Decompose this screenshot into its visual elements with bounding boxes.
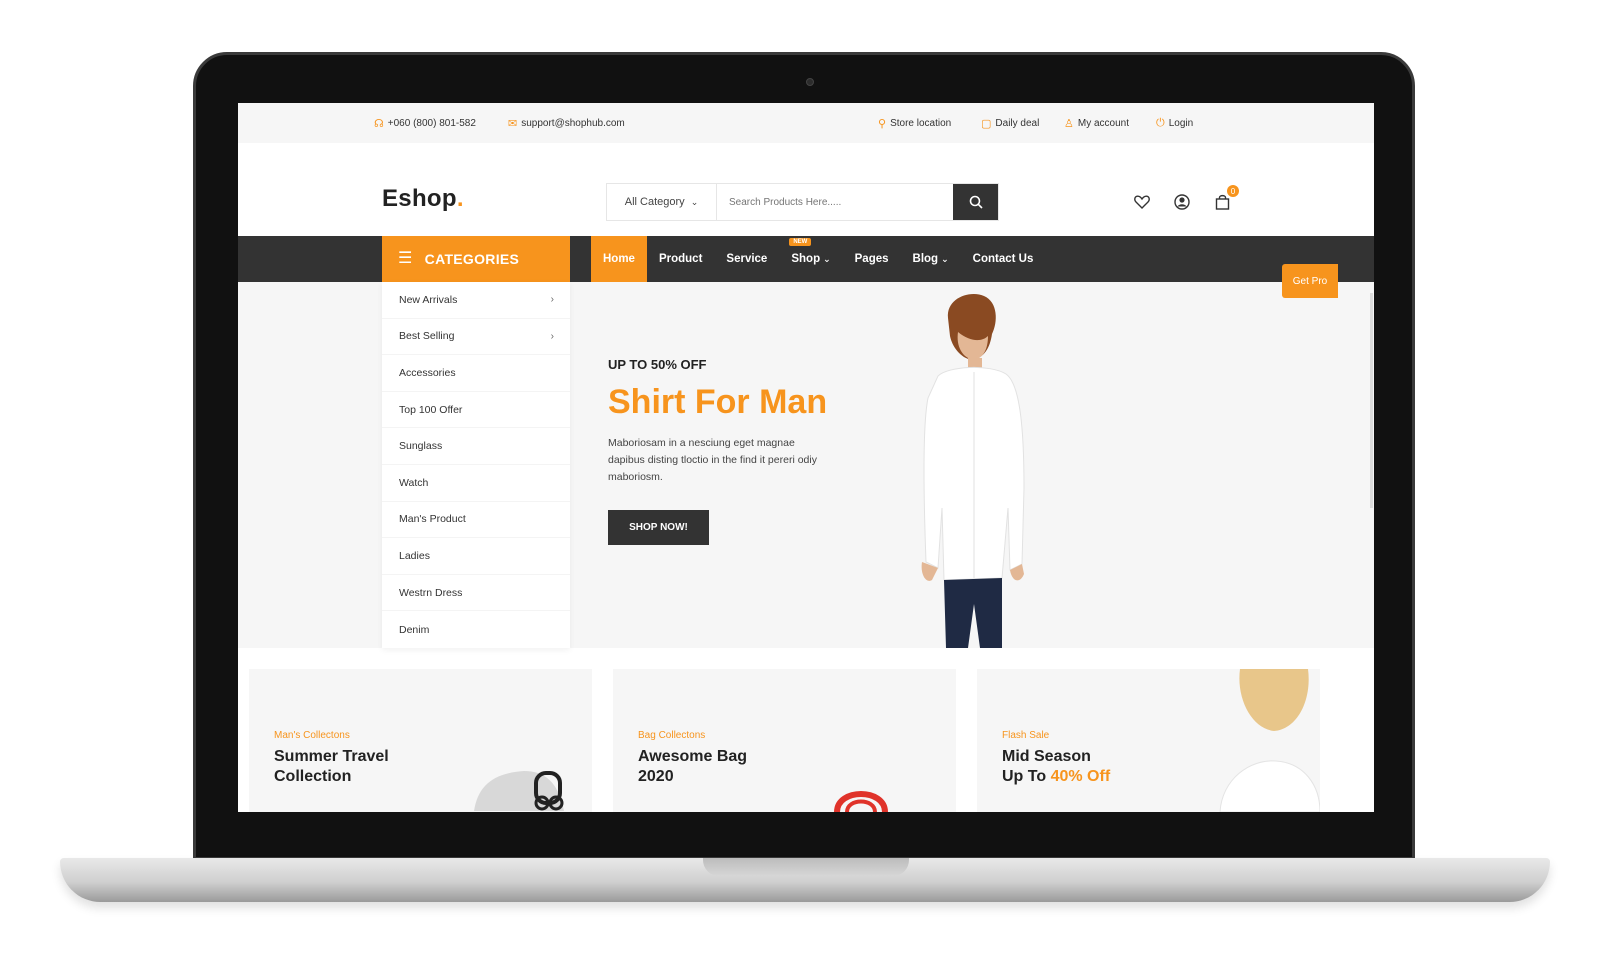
cart-count-badge: 0 bbox=[1227, 185, 1239, 197]
cart-button[interactable]: 0 bbox=[1213, 185, 1239, 211]
screen: ☊ +060 (800) 801-582 ✉ support@shophub.c… bbox=[238, 103, 1374, 812]
chevron-down-icon: ⌄ bbox=[941, 253, 949, 264]
mail-icon: ✉ bbox=[508, 118, 518, 130]
shop-now-button[interactable]: SHOP NOW! bbox=[608, 510, 709, 545]
category-item[interactable]: New Arrivals › bbox=[382, 282, 570, 319]
banner-product-image bbox=[474, 771, 564, 811]
hero-subtitle: UP TO 50% OFF bbox=[608, 357, 707, 372]
chevron-down-icon: ⌄ bbox=[823, 253, 831, 264]
nav-shop[interactable]: NEW Shop ⌄ bbox=[779, 236, 842, 282]
category-item[interactable]: Denim bbox=[382, 611, 570, 648]
hero-description: Maboriosam in a nesciung eget magnae dap… bbox=[608, 437, 817, 483]
login-label: Login bbox=[1168, 118, 1194, 129]
category-item[interactable]: Man's Product bbox=[382, 502, 570, 539]
banner-tag: Bag Collectons bbox=[638, 730, 706, 741]
new-badge: NEW bbox=[789, 238, 812, 246]
chevron-down-icon: ⌄ bbox=[690, 196, 699, 207]
category-item[interactable]: Top 100 Offer bbox=[382, 392, 570, 429]
main-navbar: ☰ CATEGORIES Home Product Service NEW Sh… bbox=[238, 236, 1374, 282]
banner-title: Awesome Bag 2020 bbox=[638, 748, 748, 785]
my-account-link[interactable]: ♙ My account bbox=[1064, 117, 1129, 130]
banner-title: Summer Travel Collection bbox=[274, 748, 389, 785]
categories-label: CATEGORIES bbox=[424, 251, 520, 267]
promo-banner-flash-sale[interactable]: Flash Sale Mid Season Up To 40% Off bbox=[977, 669, 1320, 812]
categories-button[interactable]: ☰ CATEGORIES bbox=[382, 236, 570, 282]
banner-product-image bbox=[834, 791, 888, 812]
wishlist-button[interactable] bbox=[1133, 193, 1151, 211]
phone-text: +060 (800) 801-582 bbox=[387, 118, 476, 129]
shopping-bag-icon bbox=[1215, 194, 1229, 210]
top-bar: ☊ +060 (800) 801-582 ✉ support@shophub.c… bbox=[238, 103, 1374, 143]
banner-tag: Man's Collectons bbox=[274, 730, 350, 741]
hero-model-image bbox=[921, 294, 1025, 648]
heart-icon bbox=[1134, 195, 1150, 209]
login-link[interactable]: ⏻ Login bbox=[1156, 117, 1193, 130]
category-select[interactable]: All Category ⌄ bbox=[607, 184, 717, 220]
category-item[interactable]: Watch bbox=[382, 465, 570, 502]
category-select-value: All Category bbox=[624, 196, 685, 208]
search-icon bbox=[969, 195, 983, 209]
search-input[interactable] bbox=[717, 184, 953, 220]
nav-links: Home Product Service NEW Shop ⌄ Pages Bl… bbox=[591, 236, 1045, 282]
search-bar: All Category ⌄ bbox=[606, 183, 999, 221]
promo-banner-bag[interactable]: Bag Collectons Awesome Bag 2020 bbox=[613, 669, 956, 812]
chevron-right-icon: › bbox=[550, 294, 554, 306]
hero-title: Shirt For Man bbox=[608, 383, 828, 421]
my-account-label: My account bbox=[1077, 118, 1130, 129]
location-pin-icon: ⚲ bbox=[878, 118, 887, 130]
store-location-link[interactable]: ⚲ Store location bbox=[878, 117, 951, 130]
account-button[interactable] bbox=[1173, 193, 1191, 211]
category-item[interactable]: Accessories bbox=[382, 355, 570, 392]
headset-icon: ☊ bbox=[374, 118, 384, 130]
nav-product[interactable]: Product bbox=[647, 236, 714, 282]
laptop-notch bbox=[703, 858, 909, 876]
search-button[interactable] bbox=[953, 184, 998, 220]
email-contact[interactable]: ✉ support@shophub.com bbox=[508, 117, 625, 130]
nav-blog[interactable]: Blog ⌄ bbox=[901, 236, 961, 282]
scrollbar[interactable] bbox=[1370, 293, 1373, 508]
header-icons: 0 bbox=[1133, 185, 1239, 211]
menu-icon: ☰ bbox=[398, 250, 413, 267]
camera-icon bbox=[806, 78, 814, 86]
banner-product-image bbox=[1219, 669, 1320, 812]
brand-logo[interactable]: Eshop. bbox=[382, 185, 464, 213]
calendar-icon: ▢ bbox=[981, 118, 992, 130]
daily-deal-label: Daily deal bbox=[995, 118, 1040, 129]
phone-contact[interactable]: ☊ +060 (800) 801-582 bbox=[374, 117, 476, 130]
banner-title: Mid Season Up To 40% Off bbox=[1002, 748, 1111, 785]
get-pro-button[interactable]: Get Pro bbox=[1282, 264, 1338, 298]
daily-deal-link[interactable]: ▢ Daily deal bbox=[981, 117, 1039, 130]
nav-service[interactable]: Service bbox=[714, 236, 779, 282]
nav-pages[interactable]: Pages bbox=[843, 236, 901, 282]
email-text: support@shophub.com bbox=[521, 118, 625, 129]
nav-home[interactable]: Home bbox=[591, 236, 647, 282]
user-circle-icon bbox=[1174, 194, 1190, 210]
category-item[interactable]: Westrn Dress bbox=[382, 575, 570, 612]
user-icon: ♙ bbox=[1064, 118, 1074, 130]
category-item[interactable]: Ladies bbox=[382, 538, 570, 575]
category-list: New Arrivals › Best Selling › Accessories … bbox=[382, 282, 570, 648]
nav-contact[interactable]: Contact Us bbox=[961, 236, 1046, 282]
category-item[interactable]: Best Selling › bbox=[382, 319, 570, 356]
store-location-label: Store location bbox=[890, 118, 952, 129]
banner-tag: Flash Sale bbox=[1002, 730, 1050, 741]
chevron-right-icon: › bbox=[550, 330, 554, 342]
promo-banner-summer[interactable]: Man's Collectons Summer Travel Collectio… bbox=[249, 669, 592, 812]
category-item[interactable]: Sunglass bbox=[382, 428, 570, 465]
power-icon: ⏻ bbox=[1156, 117, 1165, 129]
